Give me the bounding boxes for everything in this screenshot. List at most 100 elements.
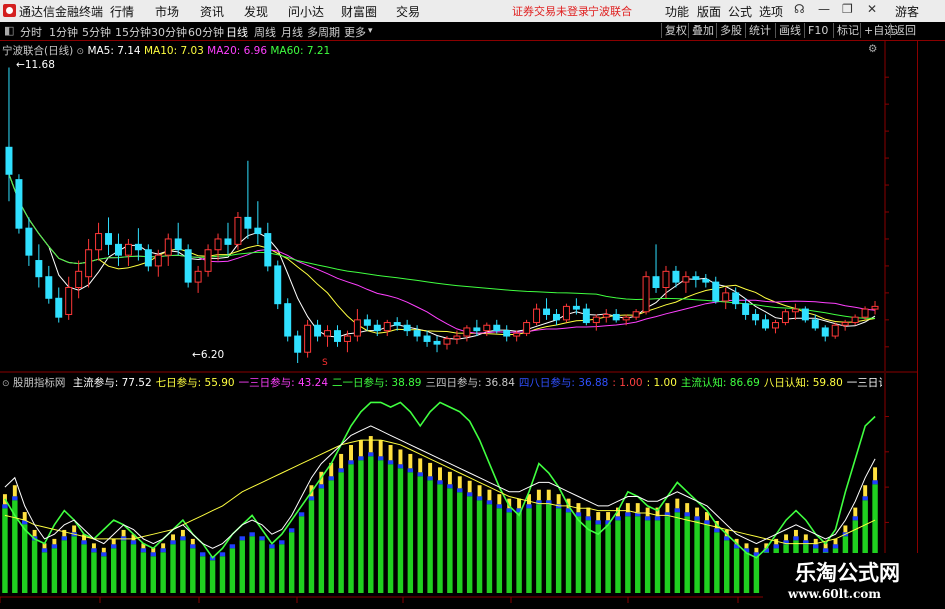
candle xyxy=(811,314,819,331)
indicator-value-5: 四八日参与: 36.88 xyxy=(518,377,609,389)
candle xyxy=(682,271,690,293)
trade-login-warning[interactable]: 证券交易未登录 xyxy=(512,3,589,19)
menu-gongneng[interactable]: 功能 xyxy=(665,3,689,20)
tool-biaoji[interactable]: 标记 xyxy=(833,23,862,38)
indicator-settings-icon[interactable]: ⊙ xyxy=(2,379,10,389)
period-multi[interactable]: 多周期 xyxy=(307,24,340,40)
candle xyxy=(45,265,53,304)
candle xyxy=(204,244,212,277)
period-5min[interactable]: 5分钟 xyxy=(82,24,111,40)
candle xyxy=(164,233,172,266)
menu-jiaoyi[interactable]: 交易 xyxy=(396,3,420,20)
period-monthly[interactable]: 月线 xyxy=(281,24,303,40)
tool-back[interactable]: 返回 xyxy=(890,23,919,38)
candle xyxy=(294,330,302,363)
candle xyxy=(224,222,232,256)
candle xyxy=(55,287,63,323)
period-weekly[interactable]: 周线 xyxy=(254,24,276,40)
period-15min[interactable]: 15分钟 xyxy=(115,24,151,40)
candle xyxy=(642,271,650,315)
candle xyxy=(65,276,73,320)
more-chevron-icon[interactable]: ▾ xyxy=(368,26,373,36)
tool-diejia[interactable]: 叠加 xyxy=(688,23,717,38)
indicator-value-10: 一三日认知: 50.14 xyxy=(846,377,882,389)
tool-f10[interactable]: F10 xyxy=(804,23,831,38)
candle xyxy=(423,330,431,347)
candle xyxy=(543,298,551,320)
candle xyxy=(353,309,361,342)
minimize-icon[interactable]: — xyxy=(818,2,830,16)
period-toolbar: ◧ 分时 1分钟 5分钟 15分钟 30分钟 60分钟 日线 周线 月线 多周期… xyxy=(0,22,945,41)
headset-icon[interactable]: ☊ xyxy=(794,2,805,16)
indicator-name: 股朋指标网 xyxy=(12,377,66,389)
candle xyxy=(25,217,33,266)
candle xyxy=(742,298,750,320)
ma5-label: MA5: 7.14 xyxy=(87,45,141,57)
menu-zixun[interactable]: 资讯 xyxy=(200,3,224,20)
candle xyxy=(134,228,142,261)
candle xyxy=(652,244,660,293)
candle xyxy=(831,322,839,339)
candle xyxy=(244,160,252,239)
candle xyxy=(841,319,849,331)
menu-caifuquan[interactable]: 财富圈 xyxy=(341,3,377,20)
candle xyxy=(75,260,83,299)
menu-hangqing[interactable]: 行情 xyxy=(110,3,134,20)
signal-s-marker: S xyxy=(322,358,328,368)
candle xyxy=(274,260,282,310)
candle xyxy=(174,222,182,256)
main-chart-info: 宁波联合(日线) ⊙ MA5: 7.14 MA10: 7.03 MA20: 6.… xyxy=(2,43,330,58)
menu-faxian[interactable]: 发现 xyxy=(244,3,268,20)
candle xyxy=(393,317,401,331)
indicator-value-3: 二一日参与: 38.89 xyxy=(332,377,422,389)
menu-banmian[interactable]: 版面 xyxy=(697,3,721,20)
tool-tongji[interactable]: 统计 xyxy=(745,23,774,38)
close-icon[interactable]: ✕ xyxy=(867,2,877,16)
indicator-info: ⊙ 股朋指标网 主流参与: 77.52 七日参与: 55.90 一三日参与: 43.… xyxy=(2,375,882,390)
candle xyxy=(801,306,809,323)
candle xyxy=(463,325,471,342)
chart-area[interactable] xyxy=(0,41,917,609)
candle xyxy=(612,309,620,323)
candle xyxy=(752,309,760,326)
menu-shichang[interactable]: 市场 xyxy=(155,3,179,20)
stock-name-header: 宁波联合 xyxy=(588,5,632,18)
tool-huaxian[interactable]: 画线 xyxy=(775,23,804,38)
period-60min[interactable]: 60分钟 xyxy=(188,24,224,40)
restore-icon[interactable]: ❐ xyxy=(842,2,853,16)
chart-dropdown-icon[interactable]: ⊙ xyxy=(77,47,85,57)
candle xyxy=(702,274,710,288)
candle xyxy=(234,212,242,250)
chart-settings-icon[interactable]: ⚙ xyxy=(868,43,877,55)
candle xyxy=(582,303,590,326)
toolbar-toggle-icon[interactable]: ◧ xyxy=(4,24,14,37)
period-1min[interactable]: 1分钟 xyxy=(49,24,78,40)
period-daily[interactable]: 日线 xyxy=(226,24,248,40)
candle xyxy=(85,238,93,288)
ma10-label: MA10: 7.03 xyxy=(143,45,204,57)
candle xyxy=(503,325,511,342)
watermark-name: 乐淘公式网 xyxy=(795,561,900,585)
tool-duogu[interactable]: 多股 xyxy=(716,23,745,38)
period-fenshi[interactable]: 分时 xyxy=(20,24,42,40)
candle xyxy=(314,319,322,342)
candle xyxy=(523,319,531,337)
menu-gongshi[interactable]: 公式 xyxy=(728,3,752,20)
candle xyxy=(304,319,312,358)
candle xyxy=(324,325,332,347)
tool-fuquan[interactable]: 复权 xyxy=(661,23,690,38)
quote-side-panel xyxy=(917,41,945,609)
period-30min[interactable]: 30分钟 xyxy=(151,24,187,40)
period-more[interactable]: 更多 xyxy=(344,24,366,40)
candle xyxy=(284,298,292,342)
candle xyxy=(632,309,640,320)
menu-wenxiaoda[interactable]: 问小达 xyxy=(288,3,324,20)
guest-label[interactable]: 游客 xyxy=(895,3,919,20)
app-title: 通达信金融终端 xyxy=(19,5,104,19)
candle xyxy=(124,238,132,266)
indicator-value-1: 七日参与: 55.90 xyxy=(155,377,235,389)
candle xyxy=(493,319,501,334)
candle xyxy=(592,314,600,331)
menu-xuanxiang[interactable]: 选项 xyxy=(759,3,783,20)
ma60-label: MA60: 7.21 xyxy=(270,45,331,57)
